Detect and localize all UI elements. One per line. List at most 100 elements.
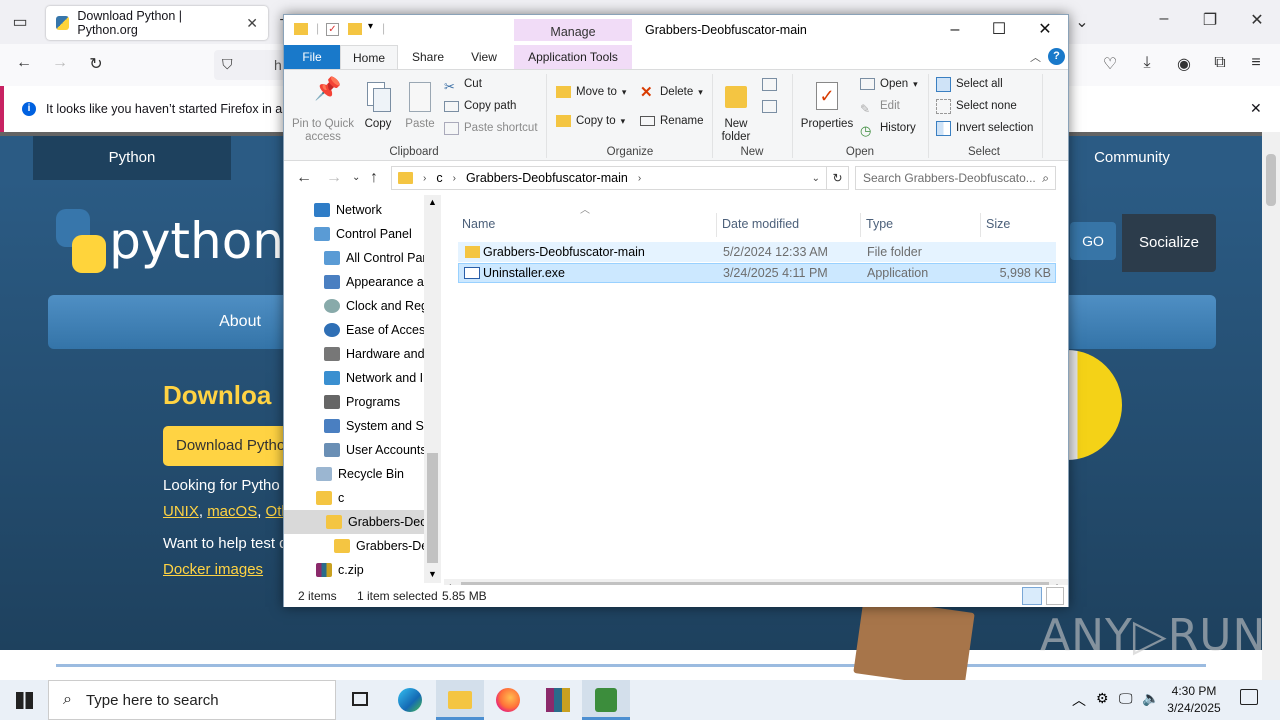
scroll-down-icon[interactable]: ▼ xyxy=(428,569,437,579)
tree-all-control-panel[interactable]: All Control Par xyxy=(324,246,424,270)
column-separator[interactable] xyxy=(716,213,717,237)
address-bar[interactable]: › c › Grabbers-Deobfuscator-main › ⌄ xyxy=(391,166,827,190)
scroll-up-icon[interactable]: ▲ xyxy=(428,197,437,207)
navigation-scrollbar[interactable]: ▲ ▼ xyxy=(424,195,441,583)
file-row-selected[interactable]: Uninstaller.exe 3/24/2025 4:11 PM Applic… xyxy=(458,263,1056,283)
select-all-button[interactable]: Select all xyxy=(936,74,1003,94)
taskbar-search[interactable]: ⌕ Type here to search xyxy=(48,680,336,720)
breadcrumb-grabbers[interactable]: Grabbers-Deobfuscator-main xyxy=(466,171,628,185)
browser-tab[interactable]: Download Python | Python.org ✕ xyxy=(46,6,268,40)
up-icon[interactable]: ↑ xyxy=(370,169,378,187)
scrollbar-thumb[interactable] xyxy=(1266,154,1276,206)
socialize-button[interactable]: Socialize xyxy=(1122,214,1216,272)
search-input[interactable]: Search Grabbers-Deobfuscato... ⌕ xyxy=(855,166,1056,190)
tab-share[interactable]: Share xyxy=(402,45,454,69)
back-icon[interactable]: ← xyxy=(296,169,312,187)
column-size[interactable]: Size xyxy=(986,217,1010,231)
invert-selection-button[interactable]: Invert selection xyxy=(936,118,1033,138)
tray-icon[interactable]: ⚙ xyxy=(1096,690,1109,707)
column-date[interactable]: Date modified xyxy=(722,217,799,231)
close-notification-icon[interactable]: ✕ xyxy=(1250,100,1262,117)
close-browser-icon[interactable]: ✕ xyxy=(1245,10,1269,30)
scrollbar-thumb[interactable] xyxy=(427,453,438,563)
winrar-icon[interactable] xyxy=(534,680,582,720)
link-macos[interactable]: macOS xyxy=(207,503,257,520)
tree-programs[interactable]: Programs xyxy=(324,390,424,414)
link-unix[interactable]: UNIX xyxy=(163,503,199,520)
task-view-icon[interactable] xyxy=(336,680,384,720)
installer-app-icon[interactable] xyxy=(582,680,630,720)
tree-network-internet[interactable]: Network and In xyxy=(324,366,424,390)
edge-icon[interactable] xyxy=(386,680,434,720)
select-none-button[interactable]: Select none xyxy=(936,96,1017,116)
extensions-icon[interactable]: ⧉ xyxy=(1208,54,1232,72)
back-icon[interactable]: ← xyxy=(12,54,36,72)
column-separator[interactable] xyxy=(860,213,861,237)
pocket-icon[interactable]: ♡ xyxy=(1098,54,1122,74)
new-folder-qa-icon[interactable] xyxy=(348,23,362,35)
column-type[interactable]: Type xyxy=(866,217,893,231)
tree-control-panel[interactable]: Control Panel xyxy=(314,222,412,246)
easy-access-icon[interactable] xyxy=(762,100,777,113)
edit-button[interactable]: ✎ Edit xyxy=(860,96,900,116)
column-separator[interactable] xyxy=(980,213,981,237)
menu-icon[interactable]: ≡ xyxy=(1244,54,1268,72)
tree-c[interactable]: c xyxy=(316,486,344,510)
properties-button[interactable]: ✓ Properties xyxy=(798,80,856,131)
tree-system-security[interactable]: System and Sec xyxy=(324,414,424,438)
tree-network[interactable]: Network xyxy=(314,198,382,222)
start-button[interactable] xyxy=(0,680,48,720)
breadcrumb-c[interactable]: c xyxy=(436,171,442,185)
collapse-ribbon-icon[interactable]: ︿ xyxy=(1030,49,1041,65)
tab-home[interactable]: Home xyxy=(340,45,398,69)
properties-qa-icon[interactable]: ✓ xyxy=(326,23,339,36)
rename-button[interactable]: Rename xyxy=(640,111,703,131)
forward-icon[interactable]: → xyxy=(48,54,72,72)
address-dropdown-icon[interactable]: ⌄ xyxy=(812,173,820,184)
minimize-icon[interactable]: – xyxy=(932,19,978,41)
large-icons-view-icon[interactable] xyxy=(1046,587,1064,605)
recent-locations-icon[interactable]: ⌄ xyxy=(352,172,360,183)
tree-recycle-bin[interactable]: Recycle Bin xyxy=(316,462,404,486)
cut-button[interactable]: ✂ Cut xyxy=(444,74,482,94)
tree-clock[interactable]: Clock and Regi xyxy=(324,294,424,318)
paste-shortcut-button[interactable]: Paste shortcut xyxy=(444,118,538,138)
details-view-icon[interactable] xyxy=(1022,587,1042,605)
tree-grabbers-sub[interactable]: Grabbers-Dec xyxy=(334,534,424,558)
shield-icon[interactable]: ⛉ xyxy=(222,56,233,73)
open-button[interactable]: Open ▾ xyxy=(860,74,918,94)
pin-quick-access-button[interactable]: 📌 Pin to Quick access xyxy=(290,78,356,144)
url-bar[interactable]: ⛉ h xyxy=(214,50,294,80)
page-scrollbar[interactable] xyxy=(1262,132,1280,680)
clock[interactable]: 4:30 PM 3/24/2025 xyxy=(1158,683,1230,717)
tree-ease-of-access[interactable]: Ease of Access xyxy=(324,318,424,342)
tab-file[interactable]: File xyxy=(284,45,340,69)
account-icon[interactable]: ◉ xyxy=(1172,54,1196,74)
restore-browser-icon[interactable]: ❐ xyxy=(1198,10,1222,30)
delete-button[interactable]: ✕ Delete ▾ xyxy=(640,82,703,102)
go-button[interactable]: GO xyxy=(1070,222,1116,260)
new-item-icon[interactable] xyxy=(762,78,777,91)
volume-icon[interactable]: 🔈 xyxy=(1142,690,1159,707)
column-name[interactable]: Name xyxy=(462,217,495,231)
maximize-icon[interactable]: ☐ xyxy=(976,19,1022,41)
python-logo[interactable]: python xyxy=(52,205,284,277)
file-explorer-icon[interactable] xyxy=(436,680,484,720)
copy-path-button[interactable]: Copy path xyxy=(444,96,516,116)
nav-python[interactable]: Python xyxy=(33,136,231,180)
history-button[interactable]: ◷ History xyxy=(860,118,916,138)
chevron-up-icon[interactable]: ︿ xyxy=(1072,690,1086,710)
copy-to-button[interactable]: Copy to ▾ xyxy=(556,111,625,131)
qa-dropdown-icon[interactable]: ▾ xyxy=(368,21,373,32)
tab-list-icon[interactable]: ▭ xyxy=(8,12,32,32)
forward-icon[interactable]: → xyxy=(326,169,342,187)
reload-icon[interactable]: ↻ xyxy=(84,54,108,74)
close-icon[interactable]: ✕ xyxy=(1022,19,1068,41)
minimize-browser-icon[interactable]: – xyxy=(1152,10,1176,28)
new-folder-button[interactable]: New folder xyxy=(716,80,756,144)
close-tab-icon[interactable]: ✕ xyxy=(246,15,258,32)
tab-application-tools[interactable]: Application Tools xyxy=(514,45,632,69)
copy-button[interactable]: Copy xyxy=(360,80,396,131)
docker-images-link[interactable]: Docker images xyxy=(163,561,263,578)
move-to-button[interactable]: Move to ▾ xyxy=(556,82,626,102)
